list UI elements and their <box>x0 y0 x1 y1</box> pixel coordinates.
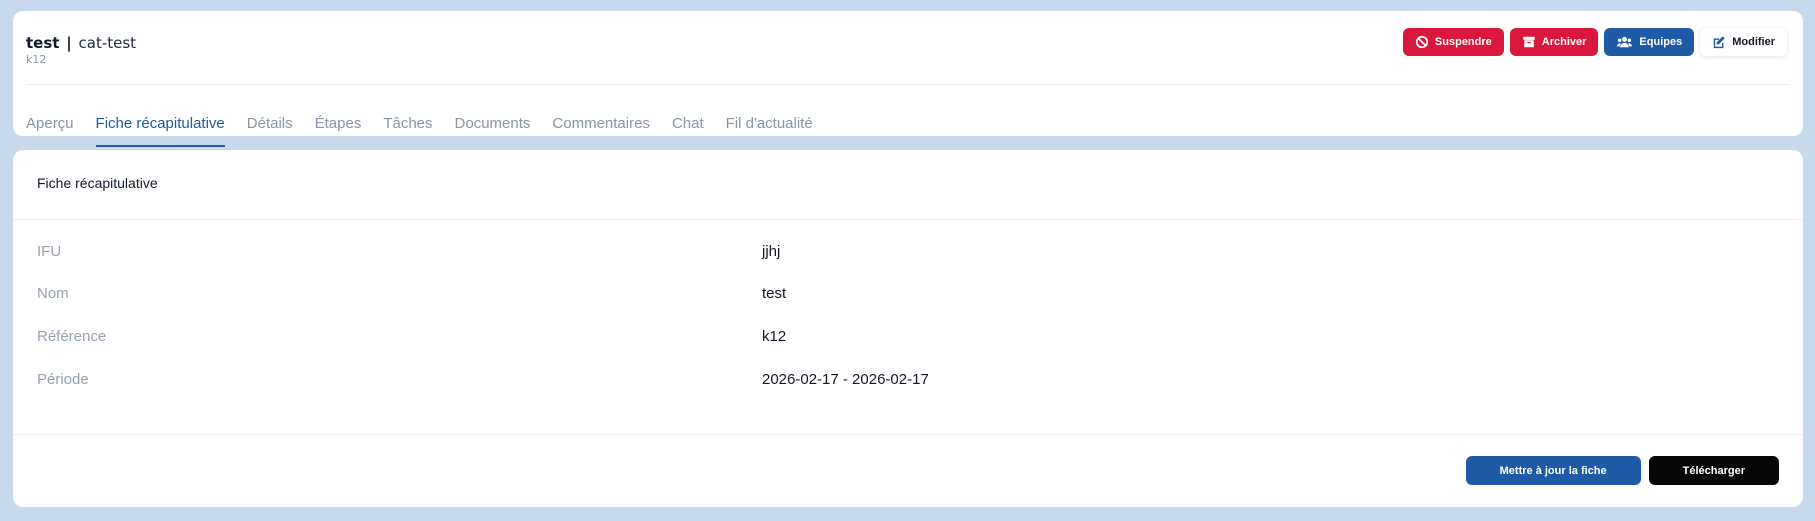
summary-title: Fiche récapitulative <box>37 175 158 191</box>
project-tabs: Aperçu Fiche récapitulative Détails Étap… <box>26 103 835 147</box>
summary-row-label: Nom <box>37 285 69 302</box>
teams-button-label: Equipes <box>1639 36 1683 48</box>
edit-button[interactable]: Modifier <box>1700 28 1787 56</box>
archive-icon <box>1523 36 1535 48</box>
summary-row-value: jjhj <box>762 243 781 260</box>
update-summary-button[interactable]: Mettre à jour la fiche <box>1465 456 1641 485</box>
edit-button-label: Modifier <box>1732 36 1775 48</box>
summary-row-ifu: IFU jjhj <box>37 243 1779 267</box>
summary-row-periode: Période 2026-02-17 - 2026-02-17 <box>37 371 1779 395</box>
tab-apercu[interactable]: Aperçu <box>26 103 74 147</box>
summary-row-label: Période <box>37 371 89 388</box>
suspend-button-label: Suspendre <box>1434 36 1492 48</box>
summary-row-nom: Nom test <box>37 285 1779 309</box>
summary-footer-divider <box>13 434 1803 435</box>
summary-row-value: k12 <box>762 328 787 345</box>
tab-chat[interactable]: Chat <box>672 103 704 147</box>
tab-commentaires[interactable]: Commentaires <box>552 103 650 147</box>
archive-button[interactable]: Archiver <box>1509 28 1599 56</box>
users-icon <box>1617 36 1633 48</box>
project-header-card: test | cat-test k12 Suspendre Archiver E… <box>13 11 1803 147</box>
header-actions: Suspendre Archiver Equipes Modifier <box>1402 28 1787 56</box>
tab-fiche-recapitulative[interactable]: Fiche récapitulative <box>95 103 226 147</box>
archive-button-label: Archiver <box>1541 36 1587 48</box>
summary-row-label: IFU <box>37 243 62 260</box>
project-name: test <box>26 34 60 52</box>
tab-documents[interactable]: Documents <box>455 103 531 147</box>
page-title: test | cat-test <box>26 34 136 52</box>
tab-taches[interactable]: Tâches <box>383 103 432 147</box>
title-separator: | <box>66 34 72 52</box>
project-reference: k12 <box>26 53 47 66</box>
suspend-button[interactable]: Suspendre <box>1402 28 1504 56</box>
tab-details[interactable]: Détails <box>247 103 293 147</box>
ban-icon <box>1415 35 1429 49</box>
project-category: cat-test <box>78 34 137 52</box>
header-divider <box>26 84 1790 85</box>
download-button[interactable]: Télécharger <box>1648 456 1779 485</box>
summary-row-reference: Référence k12 <box>37 328 1779 352</box>
teams-button[interactable]: Equipes <box>1604 28 1695 56</box>
summary-actions: Mettre à jour la fiche Télécharger <box>1465 456 1779 485</box>
tab-etapes[interactable]: Étapes <box>315 103 362 147</box>
summary-row-value: test <box>762 285 787 302</box>
tab-fil-actualite[interactable]: Fil d'actualité <box>726 103 813 147</box>
summary-card: Fiche récapitulative IFU jjhj Nom test R… <box>13 150 1803 507</box>
summary-header-divider <box>13 219 1803 220</box>
summary-row-value: 2026-02-17 - 2026-02-17 <box>762 371 929 388</box>
edit-icon <box>1713 36 1725 49</box>
summary-row-label: Référence <box>37 328 107 345</box>
